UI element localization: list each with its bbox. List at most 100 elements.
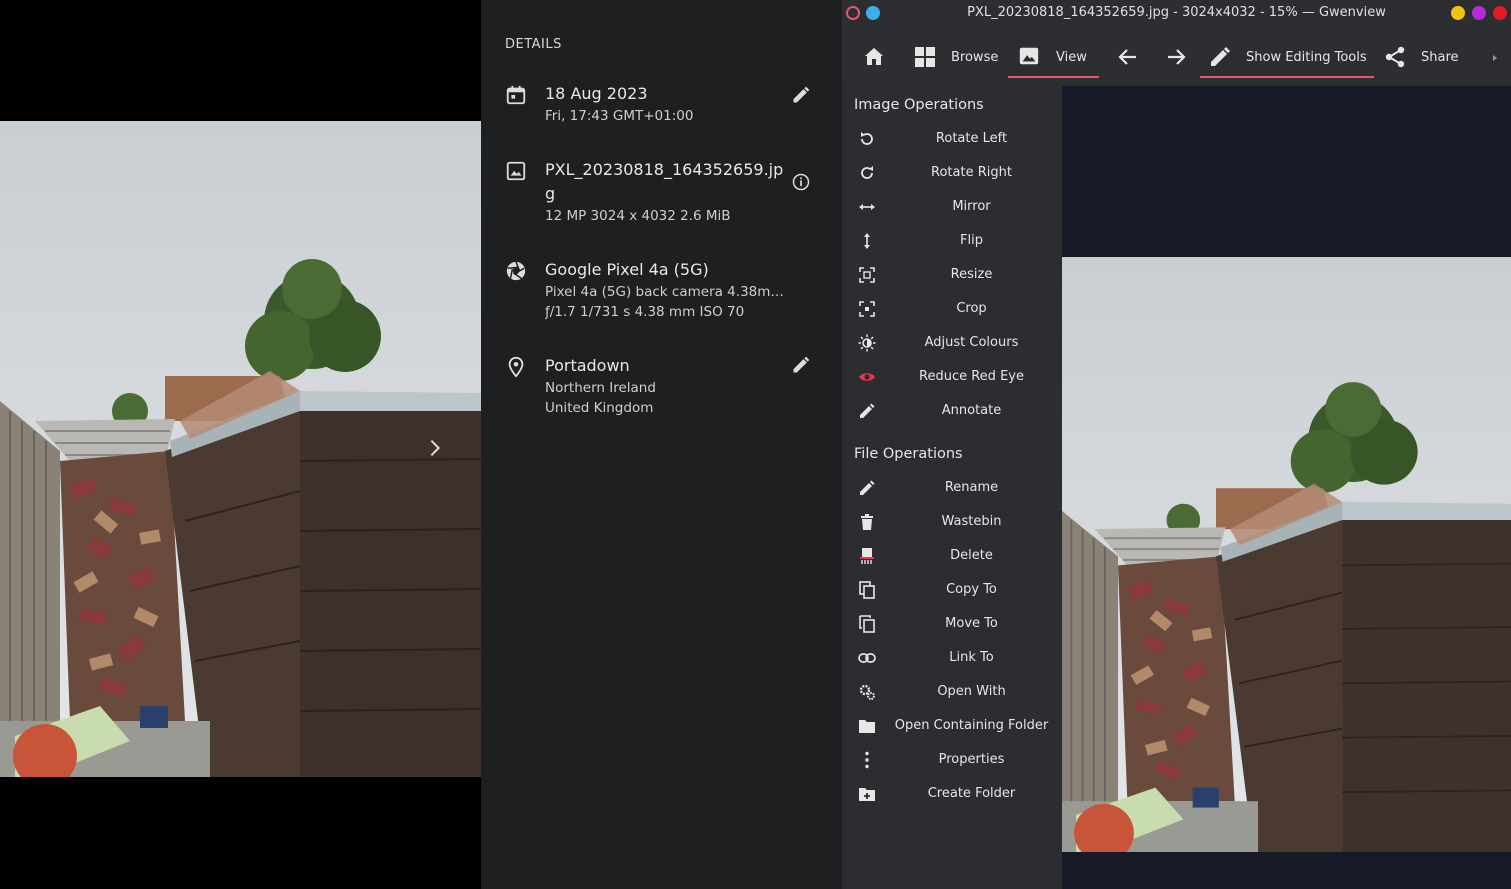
details-camera-exposure: ƒ/1.7 1/731 s 4.38 mm ISO 70 [545, 304, 745, 320]
op-move-to[interactable]: Move To [845, 607, 1062, 641]
view-label: View [1056, 49, 1087, 65]
copy-icon [858, 581, 876, 599]
details-location-country: United Kingdom [545, 400, 654, 416]
op-rotate-right[interactable]: Rotate Right [845, 156, 1062, 190]
op-open-containing-folder[interactable]: Open Containing Folder [845, 709, 1062, 743]
gwenview-window: PXL_20230818_164352659.jpg - 3024x4032 -… [842, 0, 1511, 889]
image-operations-title: Image Operations [854, 97, 984, 113]
op-label: Wastebin [941, 514, 1002, 529]
home-icon [862, 45, 886, 69]
op-rotate-left[interactable]: Rotate Left [845, 122, 1062, 156]
arrow-right-icon [1164, 45, 1188, 69]
op-open-with[interactable]: Open With [845, 675, 1062, 709]
image-icon [505, 160, 527, 182]
details-panel: DETAILS 18 Aug 2023 Fri, 17:43 GMT+01:00… [481, 0, 842, 889]
toolbar-overflow-button[interactable] [1490, 36, 1500, 78]
op-label: Open With [937, 684, 1006, 699]
rotate-left-icon [858, 130, 876, 148]
close-dot-icon[interactable] [1493, 6, 1507, 20]
op-reduce-red-eye[interactable]: Reduce Red Eye [845, 360, 1062, 394]
op-wastebin[interactable]: Wastebin [845, 505, 1062, 539]
op-label: Reduce Red Eye [919, 369, 1024, 384]
op-label: Properties [938, 752, 1005, 767]
info-icon[interactable] [791, 172, 813, 194]
link-icon [858, 649, 876, 667]
details-filename-line1: PXL_20230818_164352659.jp [545, 160, 784, 179]
op-label: Move To [945, 616, 998, 631]
details-camera-lens: Pixel 4a (5G) back camera 4.38mm f/1.73 [545, 284, 795, 300]
op-adjust-colours[interactable]: Adjust Colours [845, 326, 1062, 360]
home-button[interactable] [862, 36, 886, 78]
details-file-info: 12 MP 3024 x 4032 2.6 MiB [545, 208, 731, 224]
chevron-right-icon [1490, 48, 1500, 67]
folder-icon [858, 717, 876, 735]
op-flip[interactable]: Flip [845, 224, 1062, 258]
op-label: Rotate Left [935, 131, 1008, 146]
edit-date-pencil-icon[interactable] [791, 85, 813, 107]
op-label: Rotate Right [931, 165, 1012, 180]
op-create-folder[interactable]: Create Folder [845, 777, 1062, 811]
window-title: PXL_20230818_164352659.jpg - 3024x4032 -… [967, 5, 1386, 20]
rotate-right-icon [858, 164, 876, 182]
minimize-dot-icon[interactable] [1451, 6, 1465, 20]
arrow-left-icon [1116, 45, 1140, 69]
next-button[interactable] [1164, 36, 1188, 78]
op-link-to[interactable]: Link To [845, 641, 1062, 675]
op-copy-to[interactable]: Copy To [845, 573, 1062, 607]
op-label: Delete [950, 548, 993, 563]
gears-icon [858, 683, 876, 701]
main-toolbar: Browse View Show Editing Tools Share [842, 26, 1511, 84]
calendar-icon [505, 84, 527, 106]
kebab-icon [858, 751, 876, 769]
pencil-icon [858, 402, 876, 420]
op-label: Link To [949, 650, 994, 665]
grid-icon [913, 45, 937, 69]
photo-image [0, 121, 481, 777]
aperture-icon [505, 260, 527, 282]
op-annotate[interactable]: Annotate [845, 394, 1062, 428]
op-properties[interactable]: Properties [845, 743, 1062, 777]
op-mirror[interactable]: Mirror [845, 190, 1062, 224]
crop-icon [858, 300, 876, 318]
share-button[interactable]: Share [1383, 36, 1459, 78]
details-time: Fri, 17:43 GMT+01:00 [545, 108, 694, 124]
previous-button[interactable] [1116, 36, 1140, 78]
op-crop[interactable]: Crop [845, 292, 1062, 326]
pencil-icon [858, 479, 876, 497]
image-viewer[interactable] [1062, 86, 1511, 889]
browse-button[interactable]: Browse [913, 36, 998, 78]
folder-new-icon [858, 785, 876, 803]
image-icon [1018, 45, 1042, 69]
red-eye-icon [858, 368, 876, 386]
pencil-icon [1208, 45, 1232, 69]
viewer-photo [1062, 257, 1511, 852]
browse-label: Browse [951, 49, 999, 65]
op-label: Copy To [946, 582, 997, 597]
shredder-icon [858, 547, 876, 565]
chevron-right-icon[interactable] [424, 437, 446, 459]
op-label: Annotate [941, 403, 1002, 418]
edit-location-pencil-icon[interactable] [791, 355, 813, 377]
flip-icon [858, 232, 876, 250]
op-resize[interactable]: Resize [845, 258, 1062, 292]
op-delete[interactable]: Delete [845, 539, 1062, 573]
view-button[interactable]: View [1008, 36, 1099, 78]
op-label: Crop [956, 301, 987, 316]
resize-icon [858, 266, 876, 284]
operations-sidebar: Image Operations Rotate Left Rotate Righ… [845, 86, 1062, 889]
location-pin-icon [505, 356, 527, 378]
op-label: Flip [960, 233, 983, 248]
maximize-dot-icon[interactable] [1472, 6, 1486, 20]
move-icon [858, 615, 876, 633]
op-label: Open Containing Folder [894, 718, 1049, 733]
op-label: Resize [950, 267, 993, 282]
share-label: Share [1421, 49, 1459, 65]
title-bar[interactable]: PXL_20230818_164352659.jpg - 3024x4032 -… [842, 0, 1511, 26]
details-camera-model: Google Pixel 4a (5G) [545, 260, 709, 279]
photo-preview-pane [0, 0, 481, 889]
op-label: Adjust Colours [924, 335, 1019, 350]
op-rename[interactable]: Rename [845, 471, 1062, 505]
brightness-icon [858, 334, 876, 352]
show-editing-tools-button[interactable]: Show Editing Tools [1200, 36, 1374, 78]
op-label: Mirror [952, 199, 991, 214]
